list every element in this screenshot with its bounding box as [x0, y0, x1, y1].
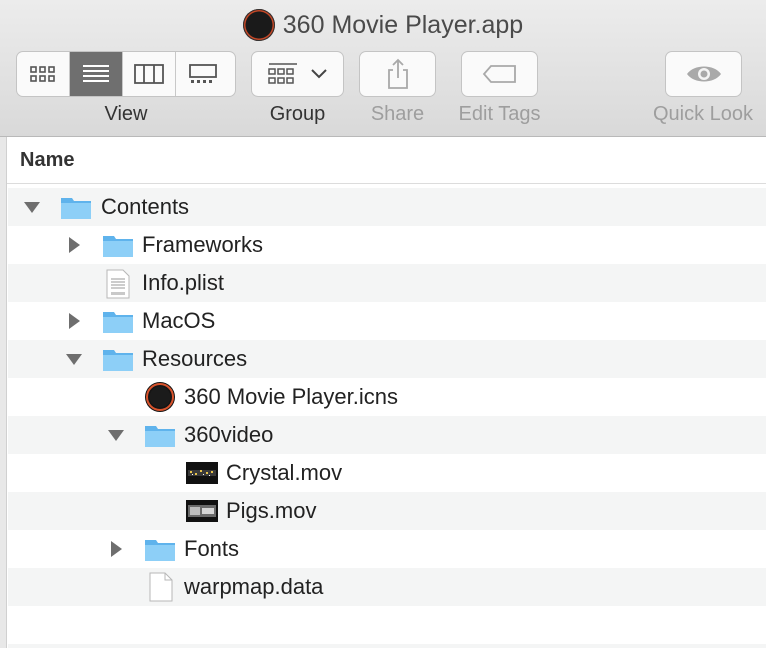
disclosure-expanded-icon[interactable]: [22, 197, 42, 217]
folder-icon: [102, 346, 134, 372]
file-name: Pigs.mov: [226, 498, 317, 523]
group-icon: [267, 63, 297, 84]
quick-look-button[interactable]: [665, 51, 742, 97]
list-item[interactable]: Pigs.mov: [8, 492, 766, 530]
file-name: Crystal.mov: [226, 460, 343, 485]
empty-list-area: [8, 606, 766, 648]
folder-icon: [102, 308, 134, 334]
movie-thumbnail-icon: [186, 500, 218, 522]
disclosure-expanded-icon[interactable]: [64, 349, 84, 369]
view-label: View: [104, 103, 148, 125]
plist-file-icon: [105, 269, 131, 299]
file-name: 360video: [184, 422, 274, 447]
document-file-icon: [148, 572, 174, 602]
edit-tags-button[interactable]: [461, 51, 538, 97]
list-view-icon: [83, 65, 109, 82]
window-toolbar: 360 Movie Player.app View Group Share Ed…: [0, 0, 766, 137]
list-item[interactable]: Contents: [8, 188, 766, 226]
column-view-icon: [134, 64, 164, 84]
folder-icon: [102, 232, 134, 258]
file-name: Resources: [142, 346, 248, 371]
gallery-view-button[interactable]: [176, 52, 229, 96]
tag-icon: [482, 65, 516, 83]
folder-icon: [144, 422, 176, 448]
disclosure-collapsed-icon[interactable]: [64, 311, 84, 331]
sidebar-edge: [0, 137, 7, 648]
list-item[interactable]: 360video: [8, 416, 766, 454]
folder-icon: [144, 536, 176, 562]
group-button[interactable]: [251, 51, 344, 97]
view-segmented-control: [16, 51, 236, 97]
icon-view-icon: [30, 66, 55, 82]
edit-tags-label: Edit Tags: [458, 103, 541, 125]
list-item[interactable]: MacOS: [8, 302, 766, 340]
quick-look-label: Quick Look: [652, 103, 754, 125]
share-icon: [387, 58, 408, 89]
file-name: MacOS: [142, 308, 216, 333]
file-name: Fonts: [184, 536, 240, 561]
list-item[interactable]: Frameworks: [8, 226, 766, 264]
file-name: Frameworks: [142, 232, 264, 257]
file-name: Info.plist: [142, 270, 224, 295]
chevron-down-icon: [310, 69, 327, 79]
app-icon: [242, 9, 275, 41]
movie-thumbnail-icon: [186, 462, 218, 484]
share-label: Share: [370, 103, 425, 125]
list-item[interactable]: warpmap.data: [8, 568, 766, 606]
list-item[interactable]: Crystal.mov: [8, 454, 766, 492]
list-item[interactable]: 360 Movie Player.icns: [8, 378, 766, 416]
list-item[interactable]: Fonts: [8, 530, 766, 568]
list-view-button[interactable]: [70, 52, 123, 96]
list-item[interactable]: Info.plist: [8, 264, 766, 302]
gallery-view-icon: [188, 64, 217, 83]
group-label: Group: [269, 103, 326, 125]
file-name: Contents: [101, 194, 190, 219]
icns-file-icon: [144, 381, 176, 413]
share-button[interactable]: [359, 51, 436, 97]
file-name: 360 Movie Player.icns: [184, 384, 398, 409]
column-view-button[interactable]: [123, 52, 176, 96]
column-header-label: Name: [20, 149, 75, 171]
window-title-bar: 360 Movie Player.app: [0, 8, 766, 42]
eye-icon: [686, 66, 721, 82]
icon-view-button[interactable]: [17, 52, 70, 96]
column-header-name[interactable]: Name: [7, 138, 766, 184]
disclosure-collapsed-icon[interactable]: [64, 235, 84, 255]
disclosure-expanded-icon[interactable]: [106, 425, 126, 445]
window-title: 360 Movie Player.app: [282, 10, 524, 39]
folder-icon: [60, 194, 92, 220]
disclosure-collapsed-icon[interactable]: [106, 539, 126, 559]
list-item[interactable]: Resources: [8, 340, 766, 378]
file-name: warpmap.data: [184, 574, 324, 599]
file-list: Contents Frameworks Info.plist MacOS Res…: [8, 188, 766, 606]
